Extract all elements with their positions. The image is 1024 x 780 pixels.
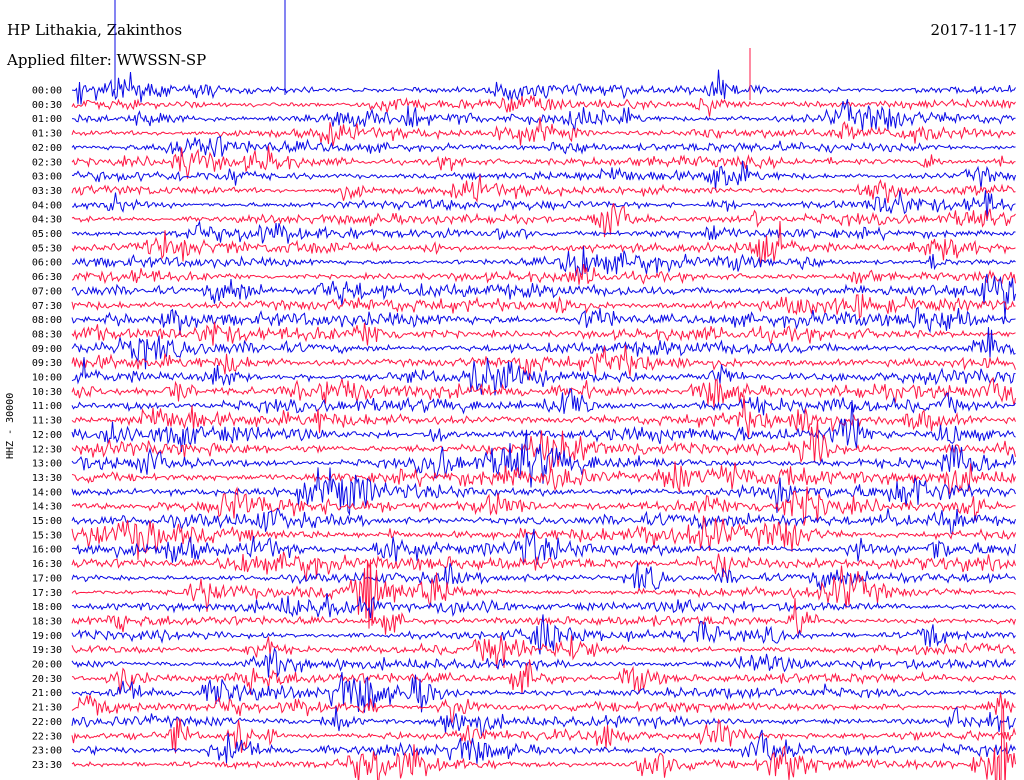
seismogram-viewer: HP Lithakia, Zakinthos 2017-11-17 Applie… xyxy=(0,0,1024,780)
tick-label: 08:00 xyxy=(32,315,62,326)
tick-label: 09:00 xyxy=(32,344,62,355)
helicorder-plot: 00:00 00:30 01:00 01:30 02:00 02:30 03:00 03:30… xyxy=(32,0,1016,780)
trace-row xyxy=(71,387,1016,416)
tick-label: 05:00 xyxy=(32,229,62,240)
tick-label: 21:00 xyxy=(32,688,62,699)
trace-row xyxy=(71,562,1016,591)
trace-row xyxy=(71,729,1016,764)
tick-label: 20:00 xyxy=(32,660,62,671)
trace-row xyxy=(71,273,1016,319)
trace-row xyxy=(71,321,1016,346)
tick-label: 22:30 xyxy=(32,731,62,742)
tick-label: 06:00 xyxy=(32,258,62,269)
tick-label: 02:30 xyxy=(32,157,62,168)
tick-label: 17:00 xyxy=(32,573,62,584)
trace-row xyxy=(71,647,1016,678)
tick-label: 01:30 xyxy=(32,129,62,140)
tick-label: 00:30 xyxy=(32,100,62,111)
tick-label: 13:30 xyxy=(32,473,62,484)
tick-label: 09:30 xyxy=(32,358,62,369)
tick-label: 18:00 xyxy=(32,602,62,613)
trace-row xyxy=(71,174,1016,204)
tick-label: 23:00 xyxy=(32,746,62,757)
tick-label: 22:00 xyxy=(32,717,62,728)
tick-label: 19:00 xyxy=(32,631,62,642)
tick-label: 15:00 xyxy=(32,516,62,527)
tick-label: 20:30 xyxy=(32,674,62,685)
trace-row xyxy=(71,507,1016,535)
trace-row xyxy=(71,461,1016,495)
tick-label: 10:30 xyxy=(32,387,62,398)
tick-label: 18:30 xyxy=(32,616,62,627)
tick-label: 12:00 xyxy=(32,430,62,441)
tick-label: 07:00 xyxy=(32,286,62,297)
tick-label: 01:00 xyxy=(32,114,62,125)
tick-label: 12:30 xyxy=(32,444,62,455)
tick-label: 11:30 xyxy=(32,416,62,427)
tick-label: 14:00 xyxy=(32,487,62,498)
trace-row xyxy=(71,264,1016,285)
trace-row xyxy=(71,635,1016,668)
trace-row xyxy=(71,135,1016,158)
tick-label: 16:30 xyxy=(32,559,62,570)
tick-label: 08:30 xyxy=(32,329,62,340)
tick-label: 21:30 xyxy=(32,703,62,714)
tick-label: 16:00 xyxy=(32,545,62,556)
tick-label: 06:30 xyxy=(32,272,62,283)
tick-label: 13:00 xyxy=(32,459,62,470)
trace-row xyxy=(71,145,1016,179)
trace-row xyxy=(71,69,1016,105)
trace-row xyxy=(71,706,1016,737)
trace-row xyxy=(71,99,1016,132)
tick-label: 14:30 xyxy=(32,502,62,513)
trace-group xyxy=(71,0,1016,780)
tick-label: 00:00 xyxy=(32,86,62,97)
tick-label: 04:30 xyxy=(32,215,62,226)
time-axis-labels: 00:00 00:30 01:00 01:30 02:00 02:30 03:00 03:30… xyxy=(32,86,62,771)
tick-label: 05:30 xyxy=(32,243,62,254)
trace-row xyxy=(71,116,1016,147)
tick-label: 19:30 xyxy=(32,645,62,656)
tick-label: 11:00 xyxy=(32,401,62,412)
tick-label: 23:30 xyxy=(32,760,62,771)
tick-label: 03:00 xyxy=(32,172,62,183)
trace-row xyxy=(71,592,1016,619)
tick-label: 10:00 xyxy=(32,373,62,384)
tick-label: 03:30 xyxy=(32,186,62,197)
tick-label: 17:30 xyxy=(32,588,62,599)
trace-row xyxy=(71,94,1016,117)
tick-label: 02:00 xyxy=(32,143,62,154)
trace-row xyxy=(71,703,1016,780)
tick-label: 04:00 xyxy=(32,200,62,211)
channel-label: HHZ - 30000 xyxy=(5,392,16,460)
trace-row xyxy=(71,220,1016,244)
tick-label: 15:30 xyxy=(32,530,62,541)
tick-label: 07:30 xyxy=(32,301,62,312)
